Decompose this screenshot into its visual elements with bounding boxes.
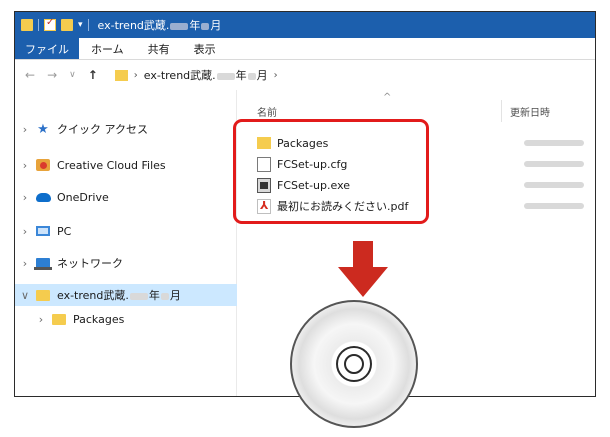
nav-item-pc[interactable]: › PC [15, 220, 237, 242]
nav-item-label: PC [57, 224, 72, 238]
disc-hole [344, 354, 364, 374]
breadcrumb-text: ex-trend武蔵. [143, 69, 216, 82]
cd-disc-icon [290, 300, 418, 428]
breadcrumb-month-text: 月 [256, 69, 268, 82]
folder-icon [21, 19, 33, 31]
folder-icon [51, 312, 67, 326]
ribbon-tabs: ファイル ホーム 共有 表示 [15, 38, 595, 60]
computer-icon [35, 224, 51, 238]
column-divider[interactable] [501, 100, 502, 122]
new-folder-icon[interactable] [61, 19, 73, 31]
tab-view[interactable]: 表示 [182, 38, 228, 59]
redacted-date [524, 203, 584, 209]
tab-home[interactable]: ホーム [79, 38, 136, 59]
file-date [524, 175, 584, 195]
nav-item-creative-cloud[interactable]: › Creative Cloud Files [15, 154, 237, 176]
redacted-date [524, 182, 584, 188]
quick-access-dropdown-icon[interactable]: ▾ [78, 20, 83, 30]
redacted-year [216, 72, 235, 80]
title-text: ex-trend武蔵. [97, 19, 170, 32]
chevron-right-icon[interactable]: › [274, 70, 278, 81]
cloud-icon [35, 190, 51, 204]
nav-item-network[interactable]: › ネットワーク [15, 252, 237, 274]
nav-item-year-text: 年 [148, 289, 160, 302]
network-icon [34, 256, 52, 270]
nav-item-packages[interactable]: › Packages [15, 308, 237, 330]
tab-share[interactable]: 共有 [136, 38, 182, 59]
file-date [524, 196, 584, 216]
nav-item-month-text: 月 [169, 289, 181, 302]
nav-item-label: ex-trend武蔵. 年月 [57, 287, 181, 303]
chevron-right-icon[interactable]: › [15, 159, 35, 172]
nav-item-label: Creative Cloud Files [57, 158, 166, 172]
chevron-down-icon[interactable]: ∨ [15, 289, 35, 302]
nav-item-label: ネットワーク [57, 257, 123, 270]
nav-item-text: ex-trend武蔵. [57, 289, 129, 302]
file-date [524, 133, 584, 153]
breadcrumb-year-text: 年 [235, 69, 247, 82]
nav-item-label: クイック アクセス [57, 123, 148, 136]
chevron-right-icon[interactable]: › [15, 225, 35, 238]
files-highlight-box [233, 119, 429, 224]
redacted-month [247, 72, 256, 80]
address-path[interactable]: › ex-trend武蔵. 年月 › [109, 64, 570, 86]
file-date [524, 154, 584, 174]
chevron-right-icon[interactable]: › [15, 191, 35, 204]
folder-icon [114, 69, 128, 81]
redacted-month [201, 22, 210, 30]
redacted-date [524, 140, 584, 146]
chevron-right-icon[interactable]: › [15, 257, 35, 270]
column-header-date[interactable]: 更新日時 [510, 104, 550, 119]
chevron-right-icon[interactable]: › [15, 123, 35, 136]
redacted-date [524, 161, 584, 167]
title-year-text: 年 [189, 19, 201, 32]
nav-item-label: OneDrive [57, 190, 109, 204]
separator [38, 19, 39, 31]
title-month-text: 月 [210, 19, 222, 32]
redacted-month [160, 292, 169, 300]
up-button[interactable]: ↑ [88, 68, 98, 82]
properties-icon[interactable] [44, 17, 56, 31]
sort-ascending-icon: ^ [383, 92, 392, 103]
separator [87, 19, 89, 31]
chevron-right-icon[interactable]: › [134, 70, 138, 81]
recent-locations-button[interactable]: ∨ [69, 70, 76, 80]
tab-file[interactable]: ファイル [15, 38, 79, 59]
navigation-pane: › ★ クイック アクセス › Creative Cloud Files › O… [15, 90, 237, 396]
nav-item-onedrive[interactable]: › OneDrive [15, 186, 237, 208]
title-bar: ▾ ex-trend武蔵. 年月 [15, 12, 595, 38]
arrow-down-icon [338, 241, 388, 297]
address-bar: ← → ∨ ↑ › ex-trend武蔵. 年月 › [15, 60, 595, 90]
chevron-right-icon[interactable]: › [31, 313, 51, 326]
redacted-year [170, 22, 189, 30]
breadcrumb-current[interactable]: ex-trend武蔵. 年月 [144, 67, 268, 83]
nav-item-label: Packages [73, 312, 125, 326]
column-header-name[interactable]: 名前 [257, 104, 277, 119]
nav-item-current-folder[interactable]: ∨ ex-trend武蔵. 年月 [15, 284, 237, 306]
redacted-year [129, 292, 148, 300]
back-button[interactable]: ← [25, 68, 35, 82]
folder-icon [35, 288, 51, 302]
forward-button[interactable]: → [47, 68, 57, 82]
star-icon: ★ [37, 121, 49, 137]
window-title: ex-trend武蔵. 年月 [98, 17, 222, 33]
nav-item-quick-access[interactable]: › ★ クイック アクセス [15, 118, 237, 140]
creative-cloud-icon [35, 158, 51, 172]
